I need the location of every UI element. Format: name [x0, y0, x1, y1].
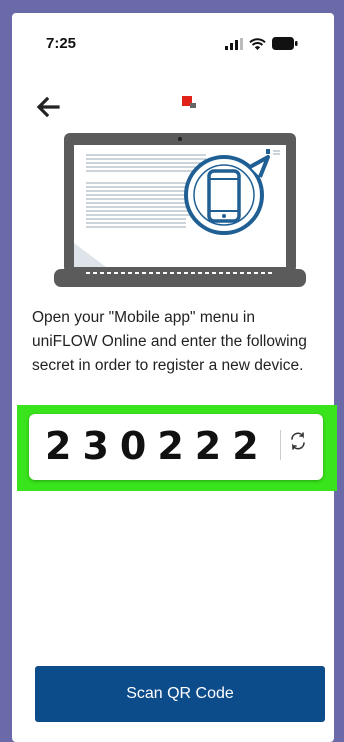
status-bar: 7:25	[12, 13, 334, 69]
app-screen: 7:25 Open your "Mobile app" menu in uniF…	[12, 13, 334, 742]
secret-code-field[interactable]: 230222	[29, 414, 323, 480]
status-icons	[225, 37, 298, 50]
status-time: 7:25	[46, 35, 77, 52]
instructions-text: Open your "Mobile app" menu in uniFLOW O…	[32, 309, 307, 374]
phone-frame: 7:25 Open your "Mobile app" menu in uniF…	[8, 9, 338, 742]
battery-icon	[272, 37, 298, 50]
illustration	[46, 93, 312, 293]
wifi-icon	[249, 37, 266, 50]
laptop-with-phone-icon	[54, 96, 306, 287]
scan-qr-code-button[interactable]: Scan QR Code	[35, 666, 325, 722]
secret-code: 230222	[45, 424, 270, 468]
signal-icon	[225, 37, 243, 50]
refresh-icon[interactable]	[280, 430, 317, 460]
